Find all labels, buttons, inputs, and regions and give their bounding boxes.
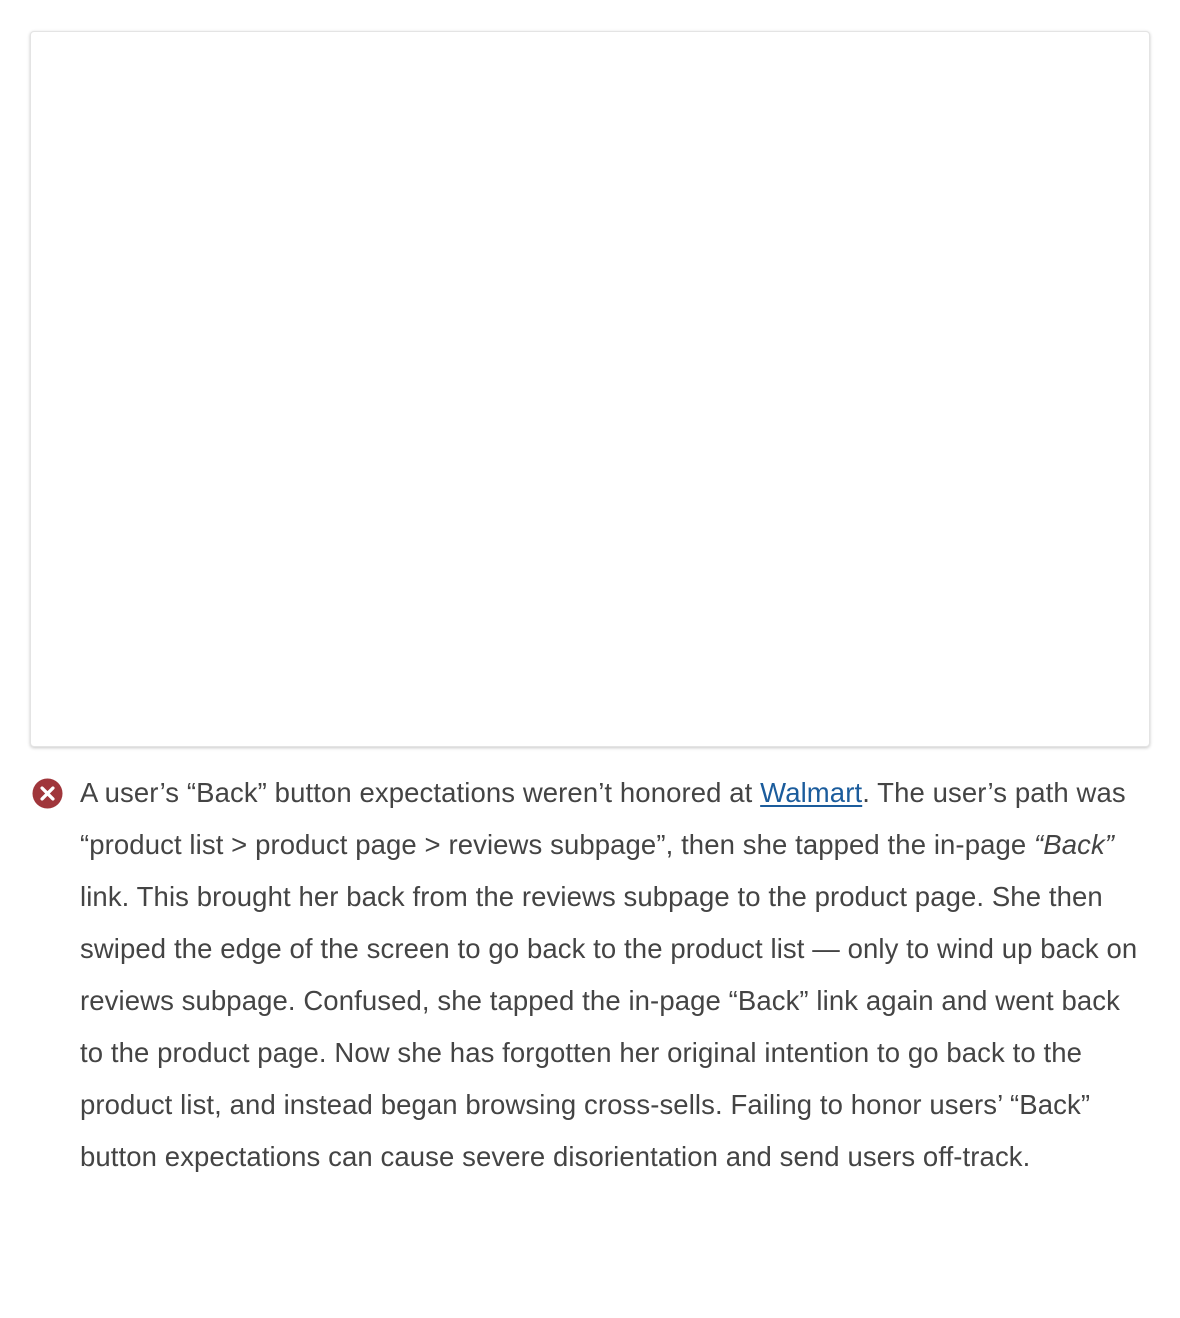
caption-emphasis: “Back” xyxy=(1034,829,1115,860)
walmart-link[interactable]: Walmart xyxy=(760,777,862,808)
caption-text-part: link. This brought her back from the rev… xyxy=(80,881,1138,1172)
caption-text: A user’s “Back” button expectations were… xyxy=(80,767,1150,1183)
caption-text-part: A user’s “Back” button expectations were… xyxy=(80,777,761,808)
close-circle-icon xyxy=(32,778,63,809)
screenshot-figure xyxy=(30,31,1150,747)
